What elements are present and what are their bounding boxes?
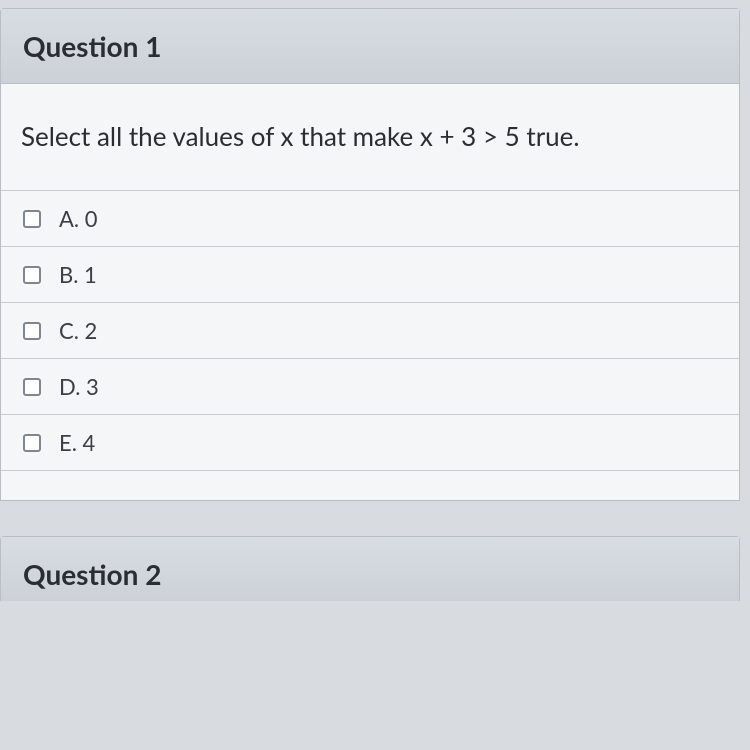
answer-option-c[interactable]: C. 2 xyxy=(1,302,739,358)
answer-option-c-label: C. 2 xyxy=(59,317,97,344)
answer-list: A. 0 B. 1 C. 2 D. 3 E. 4 xyxy=(1,190,739,500)
question-2-title: Question 2 xyxy=(23,557,161,591)
checkbox-icon[interactable] xyxy=(23,322,41,340)
checkbox-icon[interactable] xyxy=(23,434,41,452)
answers-spacer xyxy=(1,470,739,500)
question-1-prompt: Select all the values of x that make x +… xyxy=(21,119,719,154)
answer-option-d[interactable]: D. 3 xyxy=(1,358,739,414)
answer-option-b[interactable]: B. 1 xyxy=(1,246,739,302)
answer-option-d-label: D. 3 xyxy=(59,373,99,400)
checkbox-icon[interactable] xyxy=(23,378,41,396)
answer-option-b-label: B. 1 xyxy=(59,261,97,288)
checkbox-icon[interactable] xyxy=(23,210,41,228)
answer-option-e[interactable]: E. 4 xyxy=(1,414,739,470)
answer-option-a-label: A. 0 xyxy=(59,205,97,232)
answer-option-a[interactable]: A. 0 xyxy=(1,190,739,246)
checkbox-icon[interactable] xyxy=(23,266,41,284)
question-2-header: Question 2 xyxy=(1,537,739,601)
question-1-title: Question 1 xyxy=(23,29,161,63)
question-1-panel: Question 1 Select all the values of x th… xyxy=(0,8,740,501)
question-1-body: Select all the values of x that make x +… xyxy=(1,84,739,184)
question-1-header: Question 1 xyxy=(1,9,739,84)
answer-option-e-label: E. 4 xyxy=(59,429,95,456)
question-2-panel: Question 2 xyxy=(0,536,740,601)
